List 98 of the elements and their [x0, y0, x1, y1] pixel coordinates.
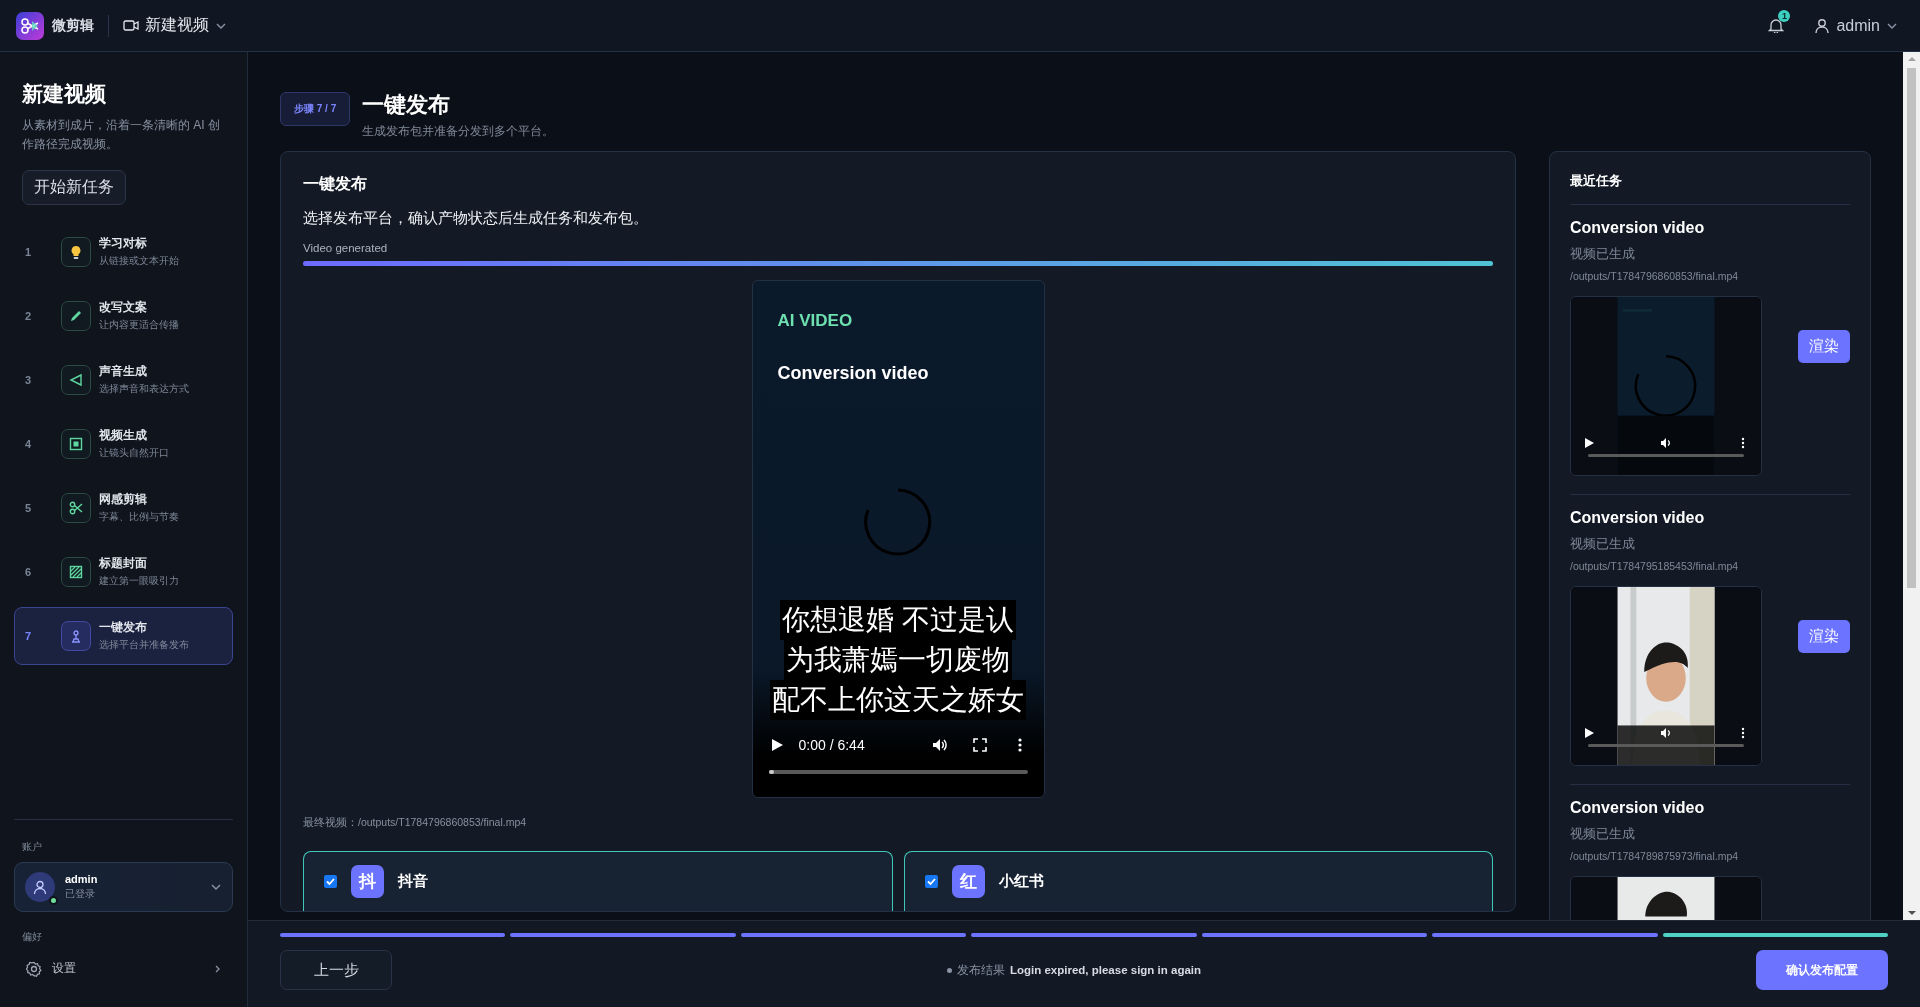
chevron-right-icon: [213, 963, 221, 974]
status-message: Login expired, please sign in again: [1009, 964, 1202, 976]
step-subtitle: 让镜头自然开口: [99, 447, 169, 460]
page-title: 一键发布: [362, 91, 452, 119]
new-video-menu[interactable]: 新建视频: [123, 15, 227, 36]
step-subtitle: 让内容更适合传播: [99, 319, 179, 332]
confirm-button[interactable]: 确认发布配置: [1756, 950, 1888, 990]
step-badge: 步骤 7 / 7: [280, 92, 351, 126]
scroll-down-icon[interactable]: [1907, 910, 1916, 916]
figure-icon: [69, 629, 83, 643]
settings-link[interactable]: 设置: [14, 952, 233, 985]
step-title: 一键发布: [99, 620, 148, 635]
step-item[interactable]: 3 声音生成 选择声音和表达方式: [14, 351, 233, 409]
card-title: 一键发布: [303, 174, 368, 194]
task-path: /outputs/T1784789875973/final.mp4: [1570, 850, 1740, 862]
platform-badge: 抖: [351, 865, 384, 898]
user-icon: [1814, 17, 1831, 34]
step-subtitle: 选择声音和表达方式: [99, 383, 189, 396]
task-title: Conversion video: [1570, 219, 1706, 237]
step-title: 声音生成: [99, 364, 148, 379]
platform-card[interactable]: 抖 抖音: [303, 851, 893, 911]
user-icon: [33, 879, 47, 895]
volume-icon[interactable]: [931, 737, 948, 753]
play-icon[interactable]: [1583, 727, 1595, 739]
task-title: Conversion video: [1570, 509, 1706, 527]
video-tag: AI VIDEO: [777, 311, 1044, 331]
sidebar-description: 从素材到成片，沿着一条清晰的 AI 创作路径完成视频。: [22, 117, 221, 153]
step-number: 7: [25, 630, 33, 642]
logo-icon: [16, 11, 44, 40]
back-button[interactable]: 上一步: [280, 950, 392, 990]
step-item[interactable]: 7 一键发布 选择平台并准备发布: [14, 607, 233, 665]
step-subtitle: 选择平台并准备发布: [99, 639, 189, 652]
play-icon[interactable]: [1583, 437, 1595, 449]
platform-name: 抖音: [398, 872, 428, 891]
pencil-icon: [69, 309, 83, 323]
step-item[interactable]: 4 视频生成 让镜头自然开口: [14, 415, 233, 473]
status-label: 发布结果: [956, 962, 1005, 978]
settings-icon: [26, 960, 42, 977]
progress-label: Video generated: [303, 242, 389, 254]
section-label: 账户: [22, 840, 43, 854]
platform-badge: 红: [951, 865, 985, 898]
volume-icon[interactable]: [1660, 727, 1672, 739]
step-item[interactable]: 5 网感剪辑 字幕、比例与节奏: [14, 479, 233, 537]
account-name: admin: [65, 873, 99, 885]
task-title: Conversion video: [1570, 799, 1706, 817]
step-title: 网感剪辑: [99, 492, 148, 507]
fullscreen-icon[interactable]: [971, 737, 988, 753]
account-status: 已登录: [65, 888, 96, 901]
notification-count: 1: [1778, 9, 1791, 22]
section-label: 偏好: [22, 930, 43, 944]
step-number: 2: [25, 310, 33, 322]
checkbox[interactable]: [924, 875, 938, 888]
volume-icon[interactable]: [1660, 437, 1672, 449]
status-dot-icon: [946, 967, 952, 973]
platform-card[interactable]: 红 小红书: [903, 851, 1493, 911]
card-description: 选择发布平台，确认产物状态后生成任务和发布包。: [303, 209, 649, 228]
square-icon: [69, 437, 83, 451]
task-path: /outputs/T1784795185453/final.mp4: [1570, 560, 1740, 572]
hatched-square-icon: [69, 565, 83, 579]
step-title: 学习对标: [99, 236, 148, 251]
step-number: 5: [25, 502, 33, 514]
task-status: 视频已生成: [1570, 245, 1636, 263]
video-camera-icon: [123, 18, 139, 33]
user-menu[interactable]: admin: [1808, 15, 1904, 36]
scrollbar[interactable]: [1903, 52, 1920, 920]
panel-title: 最近任务: [1570, 172, 1850, 205]
video-title: Conversion video: [777, 363, 930, 384]
step-subtitle: 建立第一眼吸引力: [99, 575, 179, 588]
step-item[interactable]: 1 学习对标 从链接或文本开始: [14, 223, 233, 281]
step-item[interactable]: 6 标题封面 建立第一眼吸引力: [14, 543, 233, 601]
step-subtitle: 字幕、比例与节奏: [99, 511, 179, 524]
render-button[interactable]: 渲染: [1798, 620, 1850, 653]
task-status: 视频已生成: [1570, 535, 1636, 553]
app-name: 微剪辑: [52, 16, 94, 35]
lightbulb-icon: [69, 245, 83, 259]
step-subtitle: 从链接或文本开始: [99, 255, 179, 268]
sidebar-title: 新建视频: [22, 81, 107, 107]
video-player[interactable]: AI VIDEO Conversion video 你想退婚 不过是认 为我萧嫣一切废物 配不上你这天之娇女 0:00 / 6:44: [751, 280, 1045, 798]
video-time: 0:00 / 6:44: [798, 737, 866, 753]
checkbox[interactable]: [324, 875, 337, 888]
step-title: 改写文案: [99, 300, 148, 315]
triangle-icon: [69, 373, 83, 387]
step-number: 6: [25, 566, 33, 578]
final-video-path: 最终视频：/outputs/T1784796860853/final.mp4: [303, 816, 528, 830]
account-card[interactable]: admin 已登录: [14, 862, 233, 912]
step-title: 视频生成: [99, 428, 148, 443]
render-button[interactable]: 渲染: [1798, 330, 1850, 363]
step-number: 3: [25, 374, 33, 386]
scissors-icon: [69, 501, 83, 515]
new-task-button[interactable]: 开始新任务: [22, 170, 126, 205]
platform-name: 小红书: [998, 872, 1044, 891]
step-number: 1: [25, 246, 33, 258]
task-path: /outputs/T1784796860853/final.mp4: [1570, 270, 1740, 282]
task-status: 视频已生成: [1570, 825, 1636, 843]
page-subtitle: 生成发布包并准备分发到多个平台。: [362, 124, 555, 139]
step-item[interactable]: 2 改写文案 让内容更适合传播: [14, 287, 233, 345]
step-number: 4: [25, 438, 33, 450]
step-title: 标题封面: [99, 556, 148, 571]
